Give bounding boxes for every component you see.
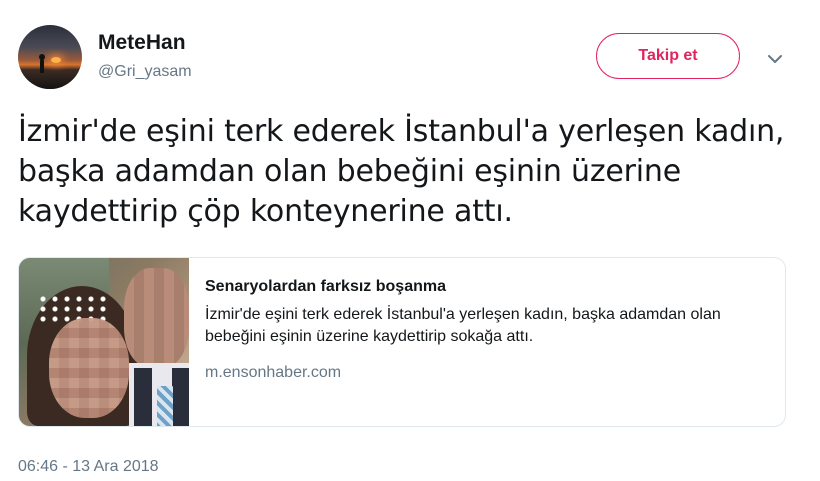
card-thumbnail-image[interactable] <box>19 258 189 426</box>
avatar-ground <box>18 71 82 89</box>
avatar-figure <box>39 54 45 73</box>
link-card[interactable]: Senaryolardan farksız boşanma İzmir'de e… <box>18 257 786 427</box>
tweet-text: İzmir'de eşini terk ederek İstanbul'a ye… <box>18 114 785 229</box>
tweet: MeteHan @Gri_yasam Takip et İzmir'de eşi… <box>0 0 820 481</box>
thumbnail-blurred-face-right <box>124 268 189 368</box>
avatar[interactable] <box>18 25 82 89</box>
card-title[interactable]: Senaryolardan farksız boşanma <box>205 278 446 296</box>
avatar-sun <box>51 57 61 63</box>
card-description: İzmir'de eşini terk ederek İstanbul'a ye… <box>205 306 721 345</box>
thumbnail-tie <box>157 386 173 426</box>
tweet-timestamp[interactable]: 06:46 - 13 Ara 2018 <box>18 458 159 476</box>
chevron-down-icon[interactable] <box>764 48 786 70</box>
follow-button[interactable]: Takip et <box>596 33 740 79</box>
thumbnail-blurred-face-left <box>49 318 129 418</box>
display-name[interactable]: MeteHan <box>98 31 186 55</box>
user-handle[interactable]: @Gri_yasam <box>98 63 192 81</box>
card-domain: m.ensonhaber.com <box>205 364 342 381</box>
